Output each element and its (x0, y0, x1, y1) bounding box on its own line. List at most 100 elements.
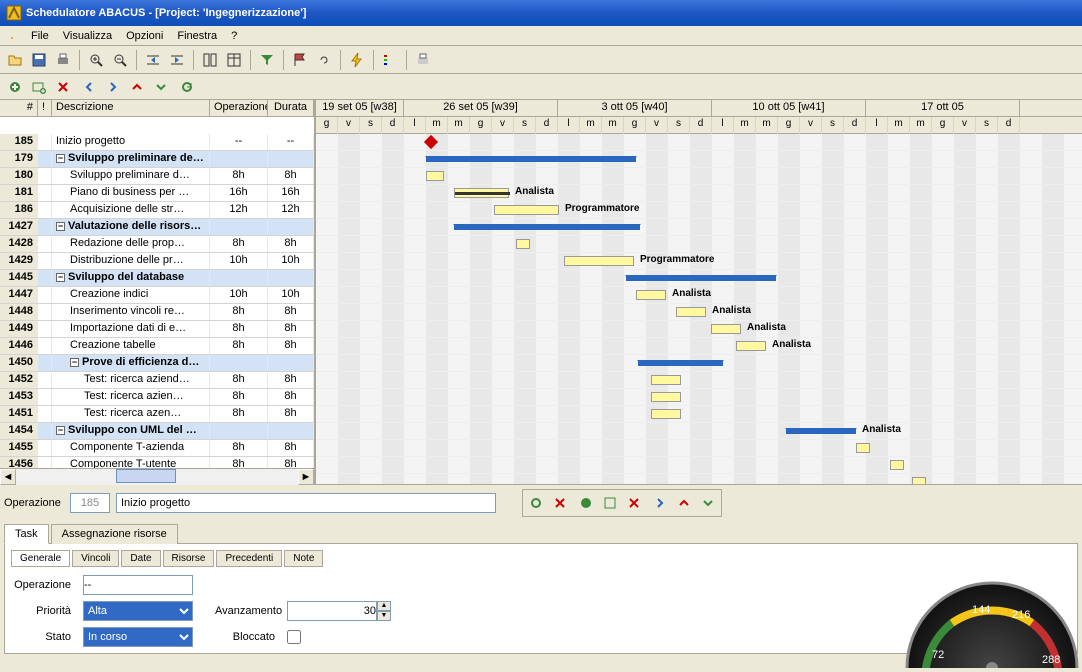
grid-row[interactable]: 1451Test: ricerca azen…8h8h (0, 406, 314, 423)
gantt-row[interactable]: Analista (316, 423, 1082, 440)
subtab-vincoli[interactable]: Vincoli (72, 550, 119, 567)
grid-row[interactable]: 185Inizio progetto---- (0, 134, 314, 151)
grid-row[interactable]: 180Sviluppo preliminare d…8h8h (0, 168, 314, 185)
menu-visualizza[interactable]: Visualizza (56, 28, 119, 44)
zoom-in-button[interactable] (85, 49, 107, 71)
gantt-row[interactable] (316, 134, 1082, 151)
grid-row[interactable]: 1448Inserimento vincoli re…8h8h (0, 304, 314, 321)
add-task-button[interactable] (4, 76, 26, 98)
milestone-icon[interactable] (424, 135, 438, 149)
flag-button[interactable] (289, 49, 311, 71)
print-button[interactable] (52, 49, 74, 71)
add-group-button[interactable] (28, 76, 50, 98)
task-bar[interactable] (564, 256, 634, 266)
delete-icon[interactable] (623, 492, 645, 514)
collapse-icon[interactable]: − (70, 358, 79, 367)
move-right-icon[interactable] (649, 492, 671, 514)
link-button[interactable] (313, 49, 335, 71)
form-avanz-field[interactable] (287, 601, 377, 621)
filter-button[interactable] (256, 49, 278, 71)
task-bar[interactable] (676, 307, 706, 317)
spin-up-icon[interactable]: ▲ (377, 601, 391, 611)
move-down-button[interactable] (150, 76, 172, 98)
col-excl[interactable]: ! (38, 100, 52, 116)
col-desc[interactable]: Descrizione (52, 100, 210, 116)
summary-bar[interactable] (786, 428, 856, 434)
gantt-row[interactable]: Analista (316, 185, 1082, 202)
menu-file[interactable]: File (24, 28, 56, 44)
grid-row[interactable]: 1450−Prove di efficienza del database (0, 355, 314, 372)
task-bar[interactable] (426, 171, 444, 181)
gantt-row[interactable] (316, 236, 1082, 253)
columns-button[interactable] (199, 49, 221, 71)
move-right-button[interactable] (102, 76, 124, 98)
task-bar[interactable] (651, 375, 681, 385)
gantt-row[interactable]: Programmatore (316, 202, 1082, 219)
col-op[interactable]: Operazione (210, 100, 268, 116)
gantt-row[interactable] (316, 474, 1082, 484)
spin-down-icon[interactable]: ▼ (377, 611, 391, 621)
gantt-row[interactable] (316, 457, 1082, 474)
grid-row[interactable]: 1454−Sviluppo con UML del modello di bus… (0, 423, 314, 440)
gantt-row[interactable]: Analista (316, 338, 1082, 355)
subtab-note[interactable]: Note (284, 550, 323, 567)
refresh-icon[interactable] (525, 492, 547, 514)
task-bar[interactable] (912, 477, 926, 484)
save-button[interactable] (28, 49, 50, 71)
scroll-thumb[interactable] (116, 469, 176, 483)
task-bar[interactable] (890, 460, 904, 470)
gantt-row[interactable]: Analista (316, 321, 1082, 338)
gantt-row[interactable] (316, 151, 1082, 168)
summary-bar[interactable] (626, 275, 776, 281)
collapse-icon[interactable]: − (56, 154, 65, 163)
legend-button[interactable] (379, 49, 401, 71)
gantt-body[interactable]: AnalistaProgrammatoreProgrammatoreAnalis… (316, 134, 1082, 484)
grid-row[interactable]: 1447Creazione indici10h10h (0, 287, 314, 304)
print2-button[interactable] (412, 49, 434, 71)
form-blocc-checkbox[interactable] (287, 630, 301, 644)
gantt-row[interactable]: Programmatore (316, 253, 1082, 270)
grid-row[interactable]: 1428Redazione delle prop…8h8h (0, 236, 314, 253)
cancel-icon[interactable] (549, 492, 571, 514)
open-button[interactable] (4, 49, 26, 71)
op-name-field[interactable] (116, 493, 496, 513)
grid-row[interactable]: 1449Importazione dati di e…8h8h (0, 321, 314, 338)
grid-row[interactable]: 179−Sviluppo preliminare dello schedulat… (0, 151, 314, 168)
summary-bar[interactable] (454, 224, 640, 230)
move-up-icon[interactable] (673, 492, 695, 514)
task-bar[interactable] (711, 324, 741, 334)
lightning-button[interactable] (346, 49, 368, 71)
move-down-icon[interactable] (697, 492, 719, 514)
grid-body[interactable]: 185Inizio progetto----179−Sviluppo preli… (0, 134, 314, 468)
gantt-row[interactable]: Analista (316, 287, 1082, 304)
task-bar[interactable] (516, 239, 530, 249)
task-bar[interactable] (736, 341, 766, 351)
col-dur[interactable]: Durata (268, 100, 314, 116)
collapse-icon[interactable]: − (56, 222, 65, 231)
task-bar[interactable] (494, 205, 559, 215)
table-button[interactable] (223, 49, 245, 71)
grid-row[interactable]: 181Piano di business per …16h16h (0, 185, 314, 202)
outdent-button[interactable] (142, 49, 164, 71)
scroll-right-button[interactable]: ► (298, 469, 314, 485)
gantt-row[interactable] (316, 355, 1082, 372)
grid-hscroll[interactable]: ◄ ► (0, 468, 314, 484)
add-icon[interactable] (575, 492, 597, 514)
delete-button[interactable] (52, 76, 74, 98)
col-num[interactable]: # (0, 100, 38, 116)
gantt-row[interactable] (316, 219, 1082, 236)
indent-button[interactable] (166, 49, 188, 71)
grid-row[interactable]: 1452Test: ricerca aziend…8h8h (0, 372, 314, 389)
grid-row[interactable]: 1429Distribuzione delle pr…10h10h (0, 253, 314, 270)
subtab-risorse[interactable]: Risorse (163, 550, 215, 567)
subtab-generale[interactable]: Generale (11, 550, 70, 567)
task-bar[interactable] (651, 409, 681, 419)
form-stato-select[interactable]: In corso (83, 627, 193, 647)
grid-row[interactable]: 1446Creazione tabelle8h8h (0, 338, 314, 355)
tab-assign[interactable]: Assegnazione risorse (51, 524, 178, 544)
gantt-row[interactable] (316, 406, 1082, 423)
task-bar[interactable] (636, 290, 666, 300)
move-up-button[interactable] (126, 76, 148, 98)
menu-finestra[interactable]: Finestra (170, 28, 224, 44)
tab-task[interactable]: Task (4, 524, 49, 544)
